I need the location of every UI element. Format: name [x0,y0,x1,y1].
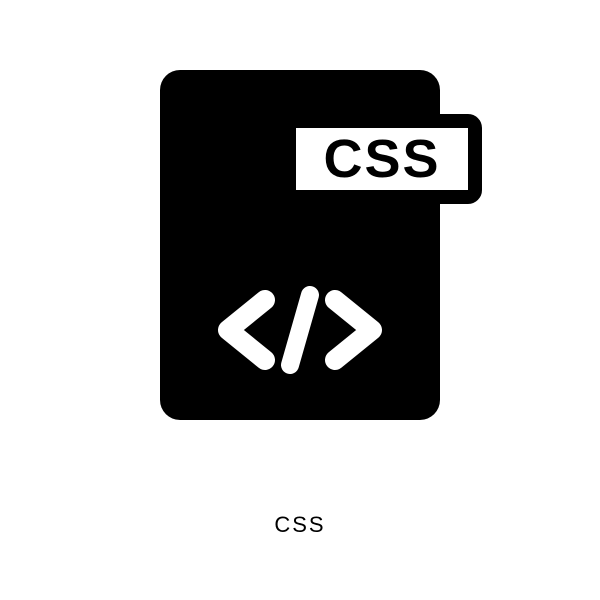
css-badge-text: CSS [323,128,440,190]
icon-container: CSS CSS [0,0,600,600]
code-brackets-icon [200,285,400,375]
css-badge: CSS [282,114,482,204]
icon-caption: CSS [274,512,325,538]
css-file-icon: CSS [160,70,440,420]
